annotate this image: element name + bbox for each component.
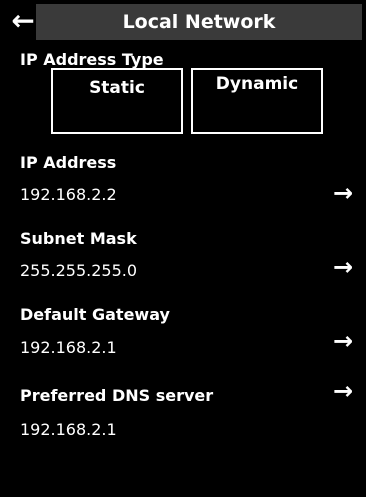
ip-address-label: IP Address xyxy=(20,153,117,172)
preferred-dns-arrow-icon[interactable]: → xyxy=(330,377,356,405)
ip-address-value[interactable]: 192.168.2.2 xyxy=(20,185,117,204)
static-option-button[interactable]: Static xyxy=(51,68,183,134)
preferred-dns-label: Preferred DNS server xyxy=(20,386,214,405)
dynamic-option-button[interactable]: Dynamic xyxy=(191,68,323,134)
default-gateway-label: Default Gateway xyxy=(20,305,170,324)
back-arrow-icon[interactable]: ← xyxy=(6,4,40,38)
ip-address-type-label: IP Address Type xyxy=(20,50,164,69)
dynamic-option-label: Dynamic xyxy=(215,74,299,94)
subnet-mask-value[interactable]: 255.255.255.0 xyxy=(20,261,137,280)
default-gateway-value[interactable]: 192.168.2.1 xyxy=(20,338,117,357)
subnet-mask-label: Subnet Mask xyxy=(20,229,137,248)
page-title: Local Network xyxy=(122,11,276,33)
ip-address-arrow-icon[interactable]: → xyxy=(330,179,356,207)
title-bar: Local Network xyxy=(36,4,362,40)
default-gateway-arrow-icon[interactable]: → xyxy=(330,327,356,355)
header: ← Local Network xyxy=(0,0,366,42)
static-option-label: Static xyxy=(89,78,145,98)
subnet-mask-arrow-icon[interactable]: → xyxy=(330,253,356,281)
preferred-dns-value[interactable]: 192.168.2.1 xyxy=(20,420,117,439)
